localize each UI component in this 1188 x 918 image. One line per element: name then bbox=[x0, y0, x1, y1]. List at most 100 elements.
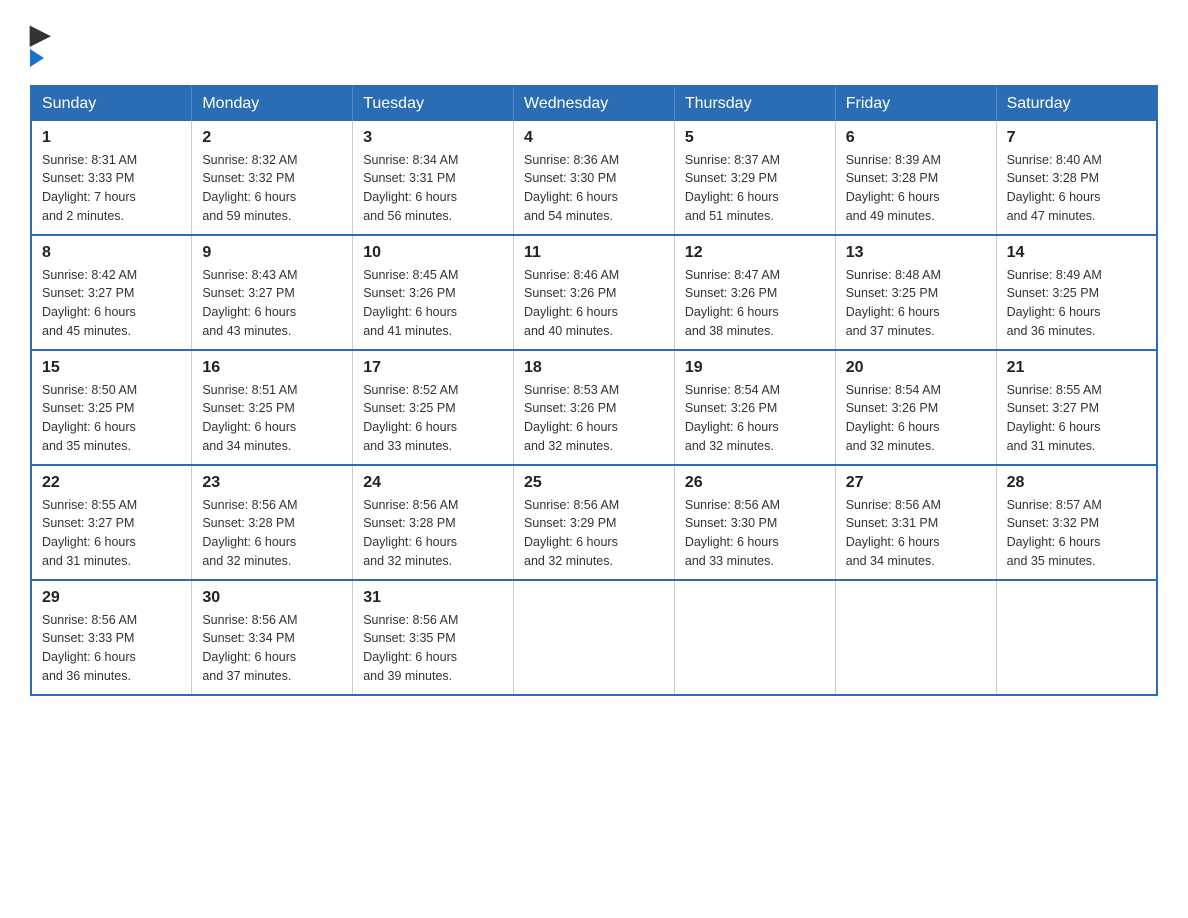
day-info: Sunrise: 8:53 AMSunset: 3:26 PMDaylight:… bbox=[524, 383, 619, 453]
day-cell: 24 Sunrise: 8:56 AMSunset: 3:28 PMDaylig… bbox=[353, 465, 514, 580]
day-cell: 9 Sunrise: 8:43 AMSunset: 3:27 PMDayligh… bbox=[192, 235, 353, 350]
day-info: Sunrise: 8:57 AMSunset: 3:32 PMDaylight:… bbox=[1007, 498, 1102, 568]
day-info: Sunrise: 8:56 AMSunset: 3:30 PMDaylight:… bbox=[685, 498, 780, 568]
day-info: Sunrise: 8:42 AMSunset: 3:27 PMDaylight:… bbox=[42, 268, 137, 338]
day-cell: 5 Sunrise: 8:37 AMSunset: 3:29 PMDayligh… bbox=[674, 121, 835, 235]
day-number: 30 bbox=[202, 589, 342, 607]
day-info: Sunrise: 8:48 AMSunset: 3:25 PMDaylight:… bbox=[846, 268, 941, 338]
day-info: Sunrise: 8:34 AMSunset: 3:31 PMDaylight:… bbox=[363, 153, 458, 223]
day-info: Sunrise: 8:54 AMSunset: 3:26 PMDaylight:… bbox=[685, 383, 780, 453]
day-info: Sunrise: 8:49 AMSunset: 3:25 PMDaylight:… bbox=[1007, 268, 1102, 338]
day-number: 28 bbox=[1007, 474, 1146, 492]
day-cell: 19 Sunrise: 8:54 AMSunset: 3:26 PMDaylig… bbox=[674, 350, 835, 465]
weekday-header-row: SundayMondayTuesdayWednesdayThursdayFrid… bbox=[31, 86, 1157, 121]
calendar-table: SundayMondayTuesdayWednesdayThursdayFrid… bbox=[30, 85, 1158, 696]
day-cell: 6 Sunrise: 8:39 AMSunset: 3:28 PMDayligh… bbox=[835, 121, 996, 235]
day-cell: 25 Sunrise: 8:56 AMSunset: 3:29 PMDaylig… bbox=[514, 465, 675, 580]
weekday-header-monday: Monday bbox=[192, 86, 353, 121]
day-cell: 21 Sunrise: 8:55 AMSunset: 3:27 PMDaylig… bbox=[996, 350, 1157, 465]
day-cell: 29 Sunrise: 8:56 AMSunset: 3:33 PMDaylig… bbox=[31, 580, 192, 695]
day-info: Sunrise: 8:56 AMSunset: 3:29 PMDaylight:… bbox=[524, 498, 619, 568]
day-number: 19 bbox=[685, 359, 825, 377]
day-number: 20 bbox=[846, 359, 986, 377]
day-number: 8 bbox=[42, 244, 181, 262]
day-cell: 26 Sunrise: 8:56 AMSunset: 3:30 PMDaylig… bbox=[674, 465, 835, 580]
day-info: Sunrise: 8:51 AMSunset: 3:25 PMDaylight:… bbox=[202, 383, 297, 453]
day-info: Sunrise: 8:37 AMSunset: 3:29 PMDaylight:… bbox=[685, 153, 780, 223]
day-cell: 23 Sunrise: 8:56 AMSunset: 3:28 PMDaylig… bbox=[192, 465, 353, 580]
day-number: 29 bbox=[42, 589, 181, 607]
day-cell: 13 Sunrise: 8:48 AMSunset: 3:25 PMDaylig… bbox=[835, 235, 996, 350]
day-info: Sunrise: 8:47 AMSunset: 3:26 PMDaylight:… bbox=[685, 268, 780, 338]
week-row-2: 8 Sunrise: 8:42 AMSunset: 3:27 PMDayligh… bbox=[31, 235, 1157, 350]
day-number: 3 bbox=[363, 129, 503, 147]
day-number: 1 bbox=[42, 129, 181, 147]
day-cell: 14 Sunrise: 8:49 AMSunset: 3:25 PMDaylig… bbox=[996, 235, 1157, 350]
logo: ▶ bbox=[30, 20, 50, 67]
day-cell: 16 Sunrise: 8:51 AMSunset: 3:25 PMDaylig… bbox=[192, 350, 353, 465]
day-info: Sunrise: 8:43 AMSunset: 3:27 PMDaylight:… bbox=[202, 268, 297, 338]
page-header: ▶ bbox=[30, 20, 1158, 67]
day-number: 23 bbox=[202, 474, 342, 492]
day-info: Sunrise: 8:56 AMSunset: 3:33 PMDaylight:… bbox=[42, 613, 137, 683]
day-cell bbox=[996, 580, 1157, 695]
day-number: 12 bbox=[685, 244, 825, 262]
day-number: 13 bbox=[846, 244, 986, 262]
day-cell bbox=[835, 580, 996, 695]
weekday-header-wednesday: Wednesday bbox=[514, 86, 675, 121]
day-info: Sunrise: 8:56 AMSunset: 3:31 PMDaylight:… bbox=[846, 498, 941, 568]
day-cell: 10 Sunrise: 8:45 AMSunset: 3:26 PMDaylig… bbox=[353, 235, 514, 350]
day-number: 10 bbox=[363, 244, 503, 262]
day-cell: 22 Sunrise: 8:55 AMSunset: 3:27 PMDaylig… bbox=[31, 465, 192, 580]
day-cell: 20 Sunrise: 8:54 AMSunset: 3:26 PMDaylig… bbox=[835, 350, 996, 465]
day-number: 31 bbox=[363, 589, 503, 607]
day-number: 14 bbox=[1007, 244, 1146, 262]
day-number: 7 bbox=[1007, 129, 1146, 147]
day-number: 17 bbox=[363, 359, 503, 377]
day-info: Sunrise: 8:55 AMSunset: 3:27 PMDaylight:… bbox=[42, 498, 137, 568]
day-number: 15 bbox=[42, 359, 181, 377]
day-number: 4 bbox=[524, 129, 664, 147]
day-number: 6 bbox=[846, 129, 986, 147]
day-info: Sunrise: 8:46 AMSunset: 3:26 PMDaylight:… bbox=[524, 268, 619, 338]
logo-triangle-icon bbox=[30, 49, 44, 67]
day-number: 18 bbox=[524, 359, 664, 377]
day-number: 21 bbox=[1007, 359, 1146, 377]
day-info: Sunrise: 8:56 AMSunset: 3:34 PMDaylight:… bbox=[202, 613, 297, 683]
day-cell: 1 Sunrise: 8:31 AMSunset: 3:33 PMDayligh… bbox=[31, 121, 192, 235]
day-cell: 15 Sunrise: 8:50 AMSunset: 3:25 PMDaylig… bbox=[31, 350, 192, 465]
day-number: 5 bbox=[685, 129, 825, 147]
week-row-1: 1 Sunrise: 8:31 AMSunset: 3:33 PMDayligh… bbox=[31, 121, 1157, 235]
day-cell: 18 Sunrise: 8:53 AMSunset: 3:26 PMDaylig… bbox=[514, 350, 675, 465]
day-info: Sunrise: 8:56 AMSunset: 3:28 PMDaylight:… bbox=[202, 498, 297, 568]
day-number: 24 bbox=[363, 474, 503, 492]
day-info: Sunrise: 8:40 AMSunset: 3:28 PMDaylight:… bbox=[1007, 153, 1102, 223]
day-cell bbox=[674, 580, 835, 695]
day-info: Sunrise: 8:45 AMSunset: 3:26 PMDaylight:… bbox=[363, 268, 458, 338]
day-number: 2 bbox=[202, 129, 342, 147]
day-number: 25 bbox=[524, 474, 664, 492]
day-info: Sunrise: 8:36 AMSunset: 3:30 PMDaylight:… bbox=[524, 153, 619, 223]
day-info: Sunrise: 8:39 AMSunset: 3:28 PMDaylight:… bbox=[846, 153, 941, 223]
weekday-header-sunday: Sunday bbox=[31, 86, 192, 121]
day-cell: 28 Sunrise: 8:57 AMSunset: 3:32 PMDaylig… bbox=[996, 465, 1157, 580]
week-row-4: 22 Sunrise: 8:55 AMSunset: 3:27 PMDaylig… bbox=[31, 465, 1157, 580]
week-row-5: 29 Sunrise: 8:56 AMSunset: 3:33 PMDaylig… bbox=[31, 580, 1157, 695]
weekday-header-saturday: Saturday bbox=[996, 86, 1157, 121]
weekday-header-thursday: Thursday bbox=[674, 86, 835, 121]
day-cell: 17 Sunrise: 8:52 AMSunset: 3:25 PMDaylig… bbox=[353, 350, 514, 465]
week-row-3: 15 Sunrise: 8:50 AMSunset: 3:25 PMDaylig… bbox=[31, 350, 1157, 465]
logo-blue bbox=[30, 49, 48, 67]
day-info: Sunrise: 8:56 AMSunset: 3:28 PMDaylight:… bbox=[363, 498, 458, 568]
day-cell: 8 Sunrise: 8:42 AMSunset: 3:27 PMDayligh… bbox=[31, 235, 192, 350]
day-cell: 27 Sunrise: 8:56 AMSunset: 3:31 PMDaylig… bbox=[835, 465, 996, 580]
day-cell bbox=[514, 580, 675, 695]
day-number: 9 bbox=[202, 244, 342, 262]
day-cell: 30 Sunrise: 8:56 AMSunset: 3:34 PMDaylig… bbox=[192, 580, 353, 695]
weekday-header-friday: Friday bbox=[835, 86, 996, 121]
day-info: Sunrise: 8:32 AMSunset: 3:32 PMDaylight:… bbox=[202, 153, 297, 223]
day-info: Sunrise: 8:56 AMSunset: 3:35 PMDaylight:… bbox=[363, 613, 458, 683]
day-info: Sunrise: 8:31 AMSunset: 3:33 PMDaylight:… bbox=[42, 153, 137, 223]
day-cell: 31 Sunrise: 8:56 AMSunset: 3:35 PMDaylig… bbox=[353, 580, 514, 695]
day-cell: 2 Sunrise: 8:32 AMSunset: 3:32 PMDayligh… bbox=[192, 121, 353, 235]
